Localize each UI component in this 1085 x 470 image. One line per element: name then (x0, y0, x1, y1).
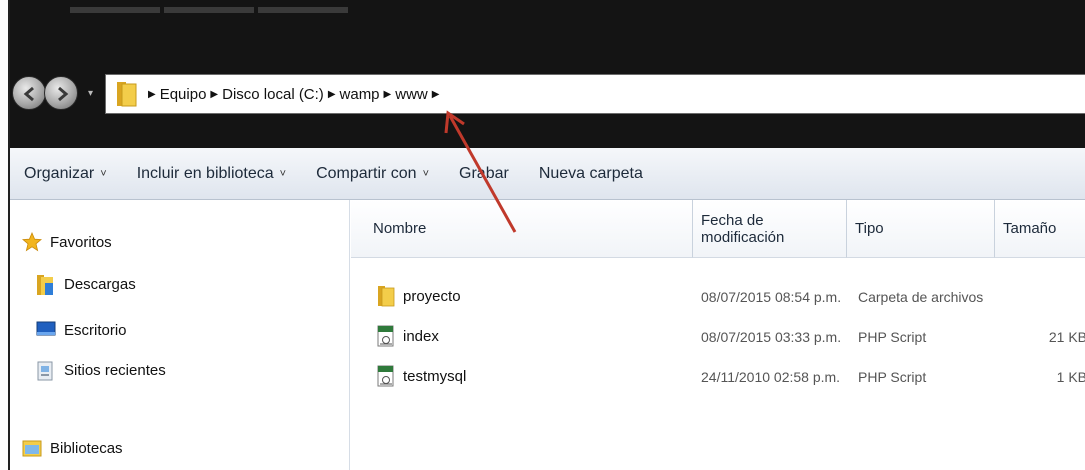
desktop-icon (36, 320, 56, 340)
title-decoration (70, 0, 370, 13)
sidebar-item-sitios-recientes[interactable]: Sitios recientes (36, 360, 166, 381)
chevron-down-icon: ˅ (422, 167, 430, 180)
organize-label: Organizar (24, 164, 95, 182)
breadcrumb-wamp[interactable]: wamp (340, 86, 380, 103)
history-dropdown-icon[interactable]: ▾ (88, 88, 93, 99)
share-label: Compartir con (316, 164, 417, 182)
column-header-label: Nombre (373, 220, 427, 237)
column-header-name[interactable]: Nombre (351, 200, 693, 258)
file-name: index (403, 327, 439, 345)
column-header-label: Tamaño (1003, 220, 1057, 237)
breadcrumb-disco-local[interactable]: Disco local (C:) (222, 86, 324, 103)
sidebar-item-label: Sitios recientes (64, 361, 166, 379)
explorer-window: ▾ ▶ Equipo ▶ Disco local (C:) ▶ wamp ▶ w… (8, 0, 1085, 470)
folder-icon (377, 285, 395, 307)
file-name-cell: testmysql (377, 365, 466, 387)
file-name: testmysql (403, 367, 467, 385)
sidebar-item-escritorio[interactable]: Escritorio (36, 320, 127, 340)
sidebar-item-label: Favoritos (50, 233, 112, 251)
breadcrumb-separator[interactable]: ▶ (210, 89, 218, 100)
sidebar-item-bibliotecas[interactable]: Bibliotecas (22, 438, 123, 458)
libraries-icon (22, 438, 42, 458)
sidebar-item-label: Bibliotecas (50, 439, 123, 457)
folder-icon (116, 81, 138, 107)
file-date: 24/11/2010 02:58 p.m. (701, 369, 841, 385)
share-with-button[interactable]: Compartir con ˅ (316, 165, 429, 183)
breadcrumb-www[interactable]: www (395, 86, 428, 103)
include-label: Incluir en biblioteca (136, 164, 274, 182)
burn-label: Grabar (459, 164, 509, 182)
file-row[interactable]: testmysql 24/11/2010 02:58 p.m. PHP Scri… (351, 358, 1085, 392)
file-list: Nombre Fecha de modificación Tipo Tamaño… (351, 200, 1085, 470)
file-name-cell: index (377, 325, 439, 347)
file-size: 1 KB (1056, 369, 1085, 385)
file-date: 08/07/2015 03:33 p.m. (701, 329, 842, 345)
back-button[interactable] (12, 76, 46, 110)
address-bar[interactable]: ▶ Equipo ▶ Disco local (C:) ▶ wamp ▶ www… (105, 74, 1085, 114)
arrow-left-icon (23, 86, 34, 102)
organize-button[interactable]: Organizar ˅ (24, 165, 107, 183)
navigation-pane: Favoritos Descargas Escritorio Sitios re… (10, 200, 350, 470)
file-name-cell: proyecto (377, 285, 461, 307)
chevron-down-icon: ˅ (100, 167, 107, 180)
column-header-date[interactable]: Fecha de modificación (693, 200, 847, 258)
file-row[interactable]: proyecto 08/07/2015 08:54 p.m. Carpeta d… (351, 278, 1085, 312)
sidebar-item-favoritos[interactable]: Favoritos (21, 231, 112, 252)
file-name: proyecto (403, 287, 461, 305)
arrow-right-icon (58, 86, 69, 102)
forward-button[interactable] (44, 76, 78, 110)
command-bar: Organizar ˅ Incluir en biblioteca ˅ Comp… (10, 148, 1085, 200)
php-file-icon (377, 325, 395, 347)
file-date: 08/07/2015 08:54 p.m. (701, 289, 842, 305)
breadcrumb-separator[interactable]: ▶ (148, 89, 156, 100)
sidebar-item-label: Descargas (64, 275, 136, 293)
column-header-size[interactable]: Tamaño (995, 200, 1085, 258)
column-header-label: Fecha de modificación (701, 211, 785, 246)
file-type: PHP Script (858, 369, 927, 385)
breadcrumb-separator[interactable]: ▶ (328, 89, 336, 100)
include-in-library-button[interactable]: Incluir en biblioteca ˅ (137, 165, 286, 183)
burn-button[interactable]: Grabar (459, 165, 509, 183)
file-type: PHP Script (858, 329, 927, 345)
breadcrumb-separator[interactable]: ▶ (384, 89, 392, 100)
sidebar-item-label: Escritorio (64, 321, 127, 339)
file-size: 21 KB (1048, 329, 1085, 345)
file-row[interactable]: index 08/07/2015 03:33 p.m. PHP Script 2… (351, 318, 1085, 352)
php-file-icon (377, 365, 395, 387)
new-folder-button[interactable]: Nueva carpeta (539, 165, 643, 183)
file-type: Carpeta de archivos (858, 289, 984, 305)
column-header-label: Tipo (855, 220, 884, 237)
breadcrumb-separator[interactable]: ▶ (432, 89, 440, 100)
sidebar-item-descargas[interactable]: Descargas (36, 274, 136, 295)
column-header-type[interactable]: Tipo (847, 200, 995, 258)
recent-places-icon (36, 360, 56, 381)
breadcrumb-equipo[interactable]: Equipo (160, 86, 207, 103)
star-icon (21, 231, 43, 252)
title-bar: ▾ ▶ Equipo ▶ Disco local (C:) ▶ wamp ▶ w… (10, 0, 1085, 148)
downloads-folder-icon (36, 274, 56, 295)
new-folder-label: Nueva carpeta (538, 164, 643, 182)
chevron-down-icon: ˅ (279, 167, 287, 180)
